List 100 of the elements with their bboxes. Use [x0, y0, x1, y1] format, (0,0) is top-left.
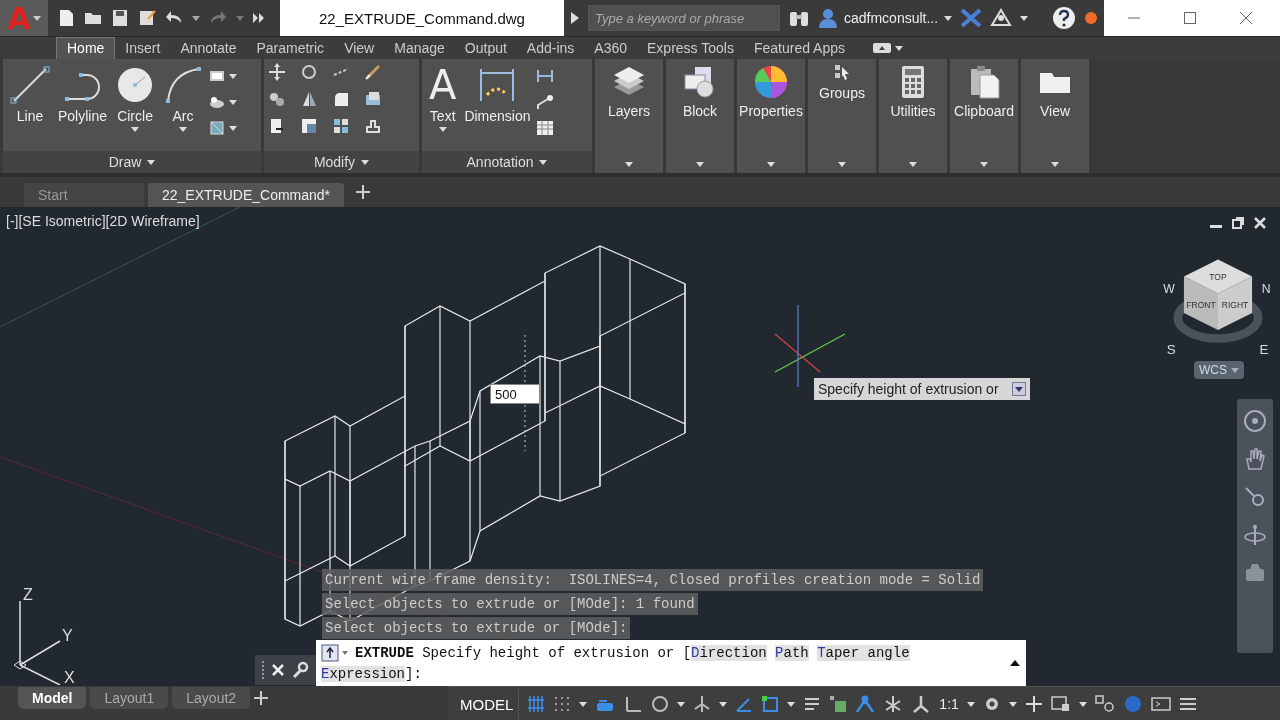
ribbon-tab[interactable]: Featured Apps: [743, 38, 855, 59]
linear-dimension-icon[interactable]: [535, 67, 554, 85]
ribbon-tab[interactable]: Manage: [384, 38, 455, 59]
dynamic-input-field[interactable]: 500: [490, 384, 540, 404]
caret-icon[interactable]: [719, 701, 728, 707]
offset-icon[interactable]: [364, 117, 382, 135]
model-space-button[interactable]: MODEL: [455, 689, 520, 719]
caret-icon[interactable]: [767, 162, 775, 167]
caret-icon[interactable]: [147, 159, 156, 165]
caret-icon[interactable]: [1051, 162, 1059, 167]
fillet-icon[interactable]: [332, 90, 350, 108]
caret-icon[interactable]: [229, 125, 238, 131]
mirror-icon[interactable]: [300, 90, 318, 108]
search-field[interactable]: Type a keyword or phrase: [588, 5, 780, 31]
command-icon[interactable]: [321, 644, 351, 663]
caret-icon[interactable]: [966, 701, 975, 707]
new-file-icon[interactable]: [57, 9, 75, 27]
command-option-link[interactable]: Direction: [691, 645, 767, 661]
selection-cycling-icon[interactable]: [855, 694, 876, 714]
tool-button[interactable]: A Text: [426, 63, 460, 134]
ribbon-tab[interactable]: Output: [454, 38, 517, 59]
more-tools-icon[interactable]: [253, 13, 265, 23]
panel-title-button[interactable]: Annotation: [422, 151, 592, 173]
polar-icon[interactable]: [651, 695, 670, 713]
leader-icon[interactable]: [535, 93, 554, 111]
command-option-link[interactable]: Expression: [321, 666, 406, 682]
ribbon-tab[interactable]: Annotate: [170, 38, 247, 59]
expand-arrow-icon[interactable]: [570, 12, 580, 24]
caret-icon[interactable]: [579, 701, 588, 707]
layout-tab[interactable]: Layout2: [172, 687, 251, 709]
caret-icon[interactable]: [1008, 701, 1017, 707]
history-caret-icon[interactable]: [1010, 660, 1020, 666]
caret-icon[interactable]: [625, 162, 633, 167]
steering-wheel-icon[interactable]: [1243, 409, 1267, 433]
tool-button[interactable]: Polyline: [55, 63, 111, 126]
maximize-icon[interactable]: [1184, 12, 1196, 24]
array-icon[interactable]: [332, 117, 350, 135]
caret-icon[interactable]: [179, 127, 188, 132]
caret-icon[interactable]: [838, 162, 846, 167]
new-tab-plus-icon[interactable]: [356, 185, 371, 199]
snap-dots-icon[interactable]: [553, 695, 572, 713]
caret-icon[interactable]: [438, 127, 447, 132]
caret-icon[interactable]: [677, 701, 686, 707]
save-as-icon[interactable]: [138, 9, 156, 27]
caret-icon[interactable]: [539, 159, 548, 165]
caret-icon[interactable]: [192, 15, 200, 21]
grip-icon[interactable]: [261, 661, 265, 679]
annotation-scale-button[interactable]: 1:1: [939, 696, 959, 712]
panel-title-button[interactable]: Modify: [264, 151, 419, 173]
object-snap-tracking-icon[interactable]: [735, 695, 754, 713]
new-layout-plus-icon[interactable]: [254, 691, 269, 705]
caret-icon[interactable]: [229, 73, 238, 79]
caret-icon[interactable]: [980, 162, 988, 167]
zoom-icon[interactable]: [1243, 485, 1267, 509]
ribbon-tab[interactable]: A360: [584, 38, 637, 59]
tool-button[interactable]: Circle: [112, 63, 159, 134]
ribbon-tab[interactable]: Parametric: [246, 38, 335, 59]
clean-screen-icon[interactable]: [1150, 695, 1171, 713]
lock-ui-icon[interactable]: [1050, 695, 1071, 713]
command-option-link[interactable]: Path: [775, 645, 809, 661]
transparency-icon[interactable]: [829, 695, 848, 713]
caret-icon[interactable]: [895, 45, 903, 51]
caret-icon[interactable]: [229, 99, 238, 105]
user-account-button[interactable]: cadfmconsult...: [818, 8, 953, 28]
caret-icon[interactable]: [944, 15, 953, 21]
scale-icon[interactable]: [300, 117, 318, 135]
caret-icon[interactable]: [787, 701, 796, 707]
isolate-objects-icon[interactable]: [1094, 695, 1115, 713]
move-icon[interactable]: [268, 63, 286, 81]
ribbon-tab[interactable]: Home: [56, 37, 116, 59]
pan-hand-icon[interactable]: [1243, 447, 1267, 471]
caret-icon[interactable]: [1078, 701, 1087, 707]
ribbon-toggle-icon[interactable]: [873, 43, 891, 53]
menu-icon[interactable]: [1178, 696, 1197, 712]
caret-icon[interactable]: [696, 162, 704, 167]
caret-icon[interactable]: [361, 159, 370, 165]
command-option-link[interactable]: Taper angle: [817, 645, 910, 661]
isodraft-icon[interactable]: [693, 695, 712, 713]
boundary-icon[interactable]: [208, 119, 227, 137]
panel-title-button[interactable]: Draw: [3, 151, 261, 173]
layout-tab[interactable]: Model: [18, 687, 87, 709]
ucs-menu[interactable]: WCS: [1194, 361, 1244, 379]
lineweight-icon[interactable]: [803, 695, 822, 713]
view-cube[interactable]: TOP FRONT RIGHT W N S E: [1162, 247, 1274, 357]
ribbon-tab[interactable]: Express Tools: [637, 38, 744, 59]
help-icon[interactable]: [1052, 6, 1076, 30]
save-icon[interactable]: [111, 9, 129, 27]
tool-button[interactable]: Arc: [160, 63, 207, 134]
copy-icon[interactable]: [268, 90, 286, 108]
ribbon-tab[interactable]: Add-ins: [516, 38, 585, 59]
ribbon-tab[interactable]: Insert: [115, 38, 171, 59]
exchange-x-icon[interactable]: [960, 8, 983, 28]
object-snap-icon[interactable]: [761, 695, 780, 713]
viewport-controls-label[interactable]: [-][SE Isometric][2D Wireframe]: [6, 213, 200, 229]
caret-icon[interactable]: [131, 127, 140, 132]
tool-button[interactable]: Dimension: [461, 63, 534, 126]
network-triangle-icon[interactable]: [990, 8, 1013, 28]
solid-icon[interactable]: [364, 90, 382, 108]
tool-button[interactable]: Line: [7, 63, 53, 126]
layout-tab[interactable]: Layout1: [90, 687, 169, 709]
